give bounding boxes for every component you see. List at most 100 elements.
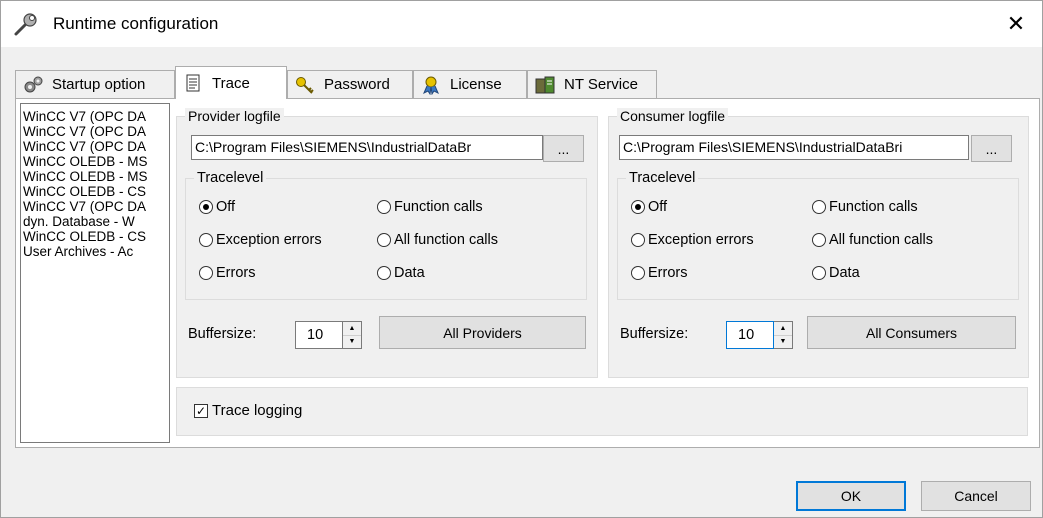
list-item[interactable]: WinCC V7 (OPC DA [21, 109, 169, 124]
notepad-icon [186, 74, 200, 92]
radio-circle [631, 266, 645, 280]
radio-circle [199, 233, 213, 247]
arrow-down-icon[interactable]: ▼ [343, 336, 361, 349]
tab-label: Password [324, 76, 390, 93]
provider-logfile-group: Provider logfile C:\Program Files\SIEMEN… [176, 108, 598, 378]
title-bar: Runtime configuration ✕ [1, 1, 1042, 47]
radio-label: Off [216, 199, 236, 215]
list-item[interactable]: dyn. Database - W [21, 214, 169, 229]
radio-circle [377, 266, 391, 280]
radio-circle [631, 200, 645, 214]
spin-arrows[interactable]: ▲ ▼ [774, 321, 793, 349]
cancel-button[interactable]: Cancel [921, 481, 1031, 511]
provider-tracelevel-group: Tracelevel Off Function calls Exception … [185, 170, 587, 300]
list-item[interactable]: WinCC V7 (OPC DA [21, 139, 169, 154]
consumer-buffersize-input[interactable]: 10 [726, 321, 774, 349]
list-item[interactable]: User Archives - Ac [21, 244, 169, 259]
consumer-tracelevel-label: Tracelevel [626, 170, 699, 186]
consumer-radio-data[interactable]: Data [812, 265, 860, 281]
consumer-browse-button[interactable]: ... [971, 135, 1012, 162]
radio-label: Exception errors [648, 232, 754, 248]
consumer-buffersize-stepper[interactable]: 10 ▲ ▼ [726, 321, 793, 349]
list-item[interactable]: WinCC V7 (OPC DA [21, 199, 169, 214]
provider-path-input[interactable]: C:\Program Files\SIEMENS\IndustrialDataB… [191, 135, 543, 160]
arrow-up-icon[interactable]: ▲ [343, 322, 361, 336]
radio-label: Function calls [394, 199, 483, 215]
radio-circle [199, 200, 213, 214]
provider-radio-exception-errors[interactable]: Exception errors [199, 232, 322, 248]
dialog-window: Runtime configuration ✕ Startup option T… [0, 0, 1043, 518]
consumer-buffersize-label: Buffersize: [620, 326, 689, 342]
radio-circle [377, 233, 391, 247]
radio-label: All function calls [394, 232, 498, 248]
tab-trace[interactable]: Trace [175, 66, 287, 99]
radio-label: Exception errors [216, 232, 322, 248]
consumer-radio-all-function-calls[interactable]: All function calls [812, 232, 933, 248]
list-item[interactable]: WinCC OLEDB - CS [21, 229, 169, 244]
consumer-group-label: Consumer logfile [617, 108, 729, 124]
arrow-down-icon[interactable]: ▼ [774, 336, 792, 349]
radio-circle [812, 233, 826, 247]
trace-logging-group: ✓ Trace logging [176, 387, 1028, 436]
connection-list[interactable]: WinCC V7 (OPC DA WinCC V7 (OPC DA WinCC … [20, 103, 170, 443]
radio-label: Function calls [829, 199, 918, 215]
window-title: Runtime configuration [53, 14, 219, 33]
consumer-radio-function-calls[interactable]: Function calls [812, 199, 918, 215]
list-item[interactable]: WinCC OLEDB - MS [21, 154, 169, 169]
radio-label: Errors [648, 265, 688, 281]
radio-circle [812, 266, 826, 280]
keys-icon [296, 76, 314, 94]
list-item[interactable]: WinCC V7 (OPC DA [21, 124, 169, 139]
radio-label: Data [829, 265, 860, 281]
tab-license[interactable]: License [413, 70, 527, 98]
close-button[interactable]: ✕ [996, 7, 1036, 41]
provider-browse-button[interactable]: ... [543, 135, 584, 162]
checkmark-icon: ✓ [194, 403, 208, 418]
provider-buffersize-stepper[interactable]: 10 ▲ ▼ [295, 321, 362, 349]
radio-circle [812, 200, 826, 214]
tab-startup-option[interactable]: Startup option [15, 70, 175, 98]
ok-button[interactable]: OK [796, 481, 906, 511]
close-icon: ✕ [1006, 11, 1026, 36]
consumer-tracelevel-group: Tracelevel Off Function calls Exception … [617, 170, 1019, 300]
tab-label: Startup option [52, 76, 146, 93]
tab-label: NT Service [564, 76, 638, 93]
provider-radio-off[interactable]: Off [199, 199, 235, 215]
trace-logging-checkbox[interactable]: ✓ Trace logging [194, 402, 302, 419]
server-icon [535, 76, 555, 93]
tab-nt-service[interactable]: NT Service [527, 70, 657, 98]
radio-circle [377, 200, 391, 214]
all-consumers-button[interactable]: All Consumers [807, 316, 1016, 349]
consumer-radio-exception-errors[interactable]: Exception errors [631, 232, 754, 248]
provider-tracelevel-label: Tracelevel [194, 170, 267, 186]
provider-radio-all-function-calls[interactable]: All function calls [377, 232, 498, 248]
provider-radio-data[interactable]: Data [377, 265, 425, 281]
consumer-path-input[interactable]: C:\Program Files\SIEMENS\IndustrialDataB… [619, 135, 969, 160]
provider-group-label: Provider logfile [185, 108, 284, 124]
arrow-up-icon[interactable]: ▲ [774, 322, 792, 336]
gears-icon [24, 76, 43, 92]
spin-arrows[interactable]: ▲ ▼ [343, 321, 362, 349]
certificate-icon [423, 76, 439, 95]
wrench-icon [14, 13, 37, 36]
consumer-logfile-group: Consumer logfile C:\Program Files\SIEMEN… [608, 108, 1029, 378]
radio-label: Errors [216, 265, 256, 281]
tab-password[interactable]: Password [287, 70, 413, 98]
list-item[interactable]: WinCC OLEDB - MS [21, 169, 169, 184]
tab-label: Trace [212, 74, 250, 92]
provider-buffersize-input[interactable]: 10 [295, 321, 343, 349]
trace-logging-label: Trace logging [212, 402, 303, 419]
radio-label: Off [648, 199, 668, 215]
provider-radio-errors[interactable]: Errors [199, 265, 255, 281]
radio-label: Data [394, 265, 425, 281]
radio-circle [631, 233, 645, 247]
consumer-radio-errors[interactable]: Errors [631, 265, 687, 281]
radio-circle [199, 266, 213, 280]
consumer-radio-off[interactable]: Off [631, 199, 667, 215]
all-providers-button[interactable]: All Providers [379, 316, 586, 349]
tab-label: License [450, 76, 502, 93]
radio-label: All function calls [829, 232, 933, 248]
provider-buffersize-label: Buffersize: [188, 326, 257, 342]
list-item[interactable]: WinCC OLEDB - CS [21, 184, 169, 199]
provider-radio-function-calls[interactable]: Function calls [377, 199, 483, 215]
